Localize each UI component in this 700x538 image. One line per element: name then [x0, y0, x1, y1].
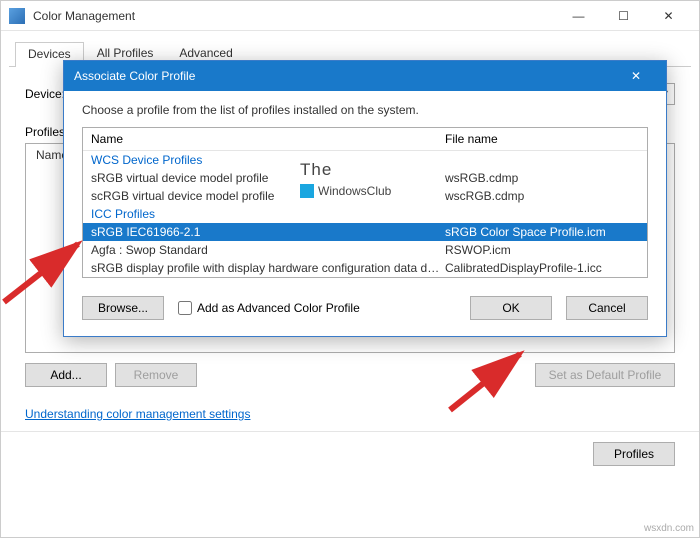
group-wcs: WCS Device Profiles [83, 151, 647, 169]
list-item[interactable]: sRGB virtual device model profile wsRGB.… [83, 169, 647, 187]
dialog-instruction: Choose a profile from the list of profil… [82, 103, 648, 117]
col-file[interactable]: File name [445, 132, 639, 146]
dialog-button-row: Browse... Add as Advanced Color Profile … [82, 296, 648, 320]
list-body: WCS Device Profiles sRGB virtual device … [83, 151, 647, 277]
window-title: Color Management [33, 9, 556, 23]
minimize-button[interactable]: — [556, 1, 601, 30]
list-item[interactable]: sRGB display profile with display hardwa… [83, 259, 647, 277]
list-item-selected[interactable]: sRGB IEC61966-2.1 sRGB Color Space Profi… [83, 223, 647, 241]
advanced-checkbox[interactable]: Add as Advanced Color Profile [178, 301, 360, 315]
group-icc: ICC Profiles [83, 205, 647, 223]
add-button[interactable]: Add... [25, 363, 107, 387]
maximize-button[interactable]: ☐ [601, 1, 646, 30]
dialog-titlebar: Associate Color Profile ✕ [64, 61, 666, 91]
app-icon [9, 8, 25, 24]
dialog-title: Associate Color Profile [74, 69, 616, 83]
list-item[interactable]: Agfa : Swop Standard RSWOP.icm [83, 241, 647, 259]
close-button[interactable]: ✕ [646, 1, 691, 30]
profile-list: Name File name WCS Device Profiles sRGB … [82, 127, 648, 278]
titlebar: Color Management — ☐ ✕ [1, 1, 699, 31]
dialog-body: Choose a profile from the list of profil… [64, 91, 666, 336]
cancel-button[interactable]: Cancel [566, 296, 648, 320]
list-item[interactable]: scRGB virtual device model profile wscRG… [83, 187, 647, 205]
ok-button[interactable]: OK [470, 296, 552, 320]
help-link[interactable]: Understanding color management settings [25, 407, 250, 421]
col-name[interactable]: Name [91, 132, 445, 146]
advanced-checkbox-label: Add as Advanced Color Profile [197, 301, 360, 315]
dialog-close-button[interactable]: ✕ [616, 61, 656, 91]
footer: Profiles [1, 431, 699, 480]
remove-button: Remove [115, 363, 197, 387]
list-header: Name File name [83, 128, 647, 151]
associate-profile-dialog: Associate Color Profile ✕ Choose a profi… [63, 60, 667, 337]
credit: wsxdn.com [644, 523, 694, 534]
advanced-checkbox-input[interactable] [178, 301, 192, 315]
set-default-button: Set as Default Profile [535, 363, 675, 387]
profiles-button[interactable]: Profiles [593, 442, 675, 466]
browse-button[interactable]: Browse... [82, 296, 164, 320]
profiles-buttons: Add... Remove Set as Default Profile [25, 363, 675, 387]
